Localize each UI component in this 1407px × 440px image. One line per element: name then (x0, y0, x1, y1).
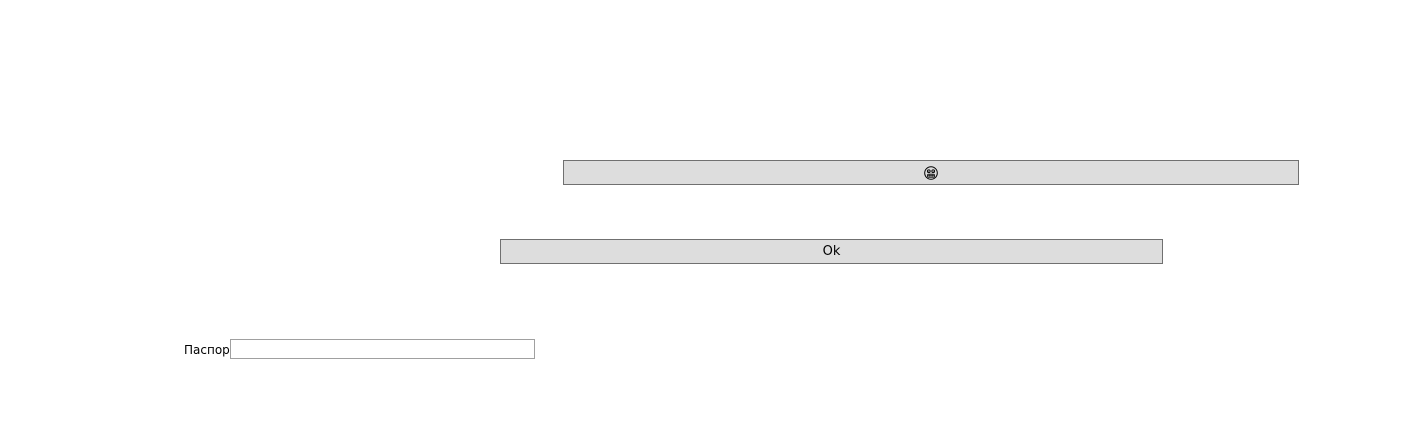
window-content: Ok Паспорт (0, 0, 1407, 440)
passport-input[interactable] (230, 339, 535, 359)
ok-button[interactable]: Ok (500, 239, 1163, 264)
passport-label: Паспорт (184, 343, 237, 357)
ok-button-label: Ok (822, 244, 841, 259)
grimacing-face-icon (924, 165, 938, 180)
emoji-button[interactable] (563, 160, 1299, 185)
